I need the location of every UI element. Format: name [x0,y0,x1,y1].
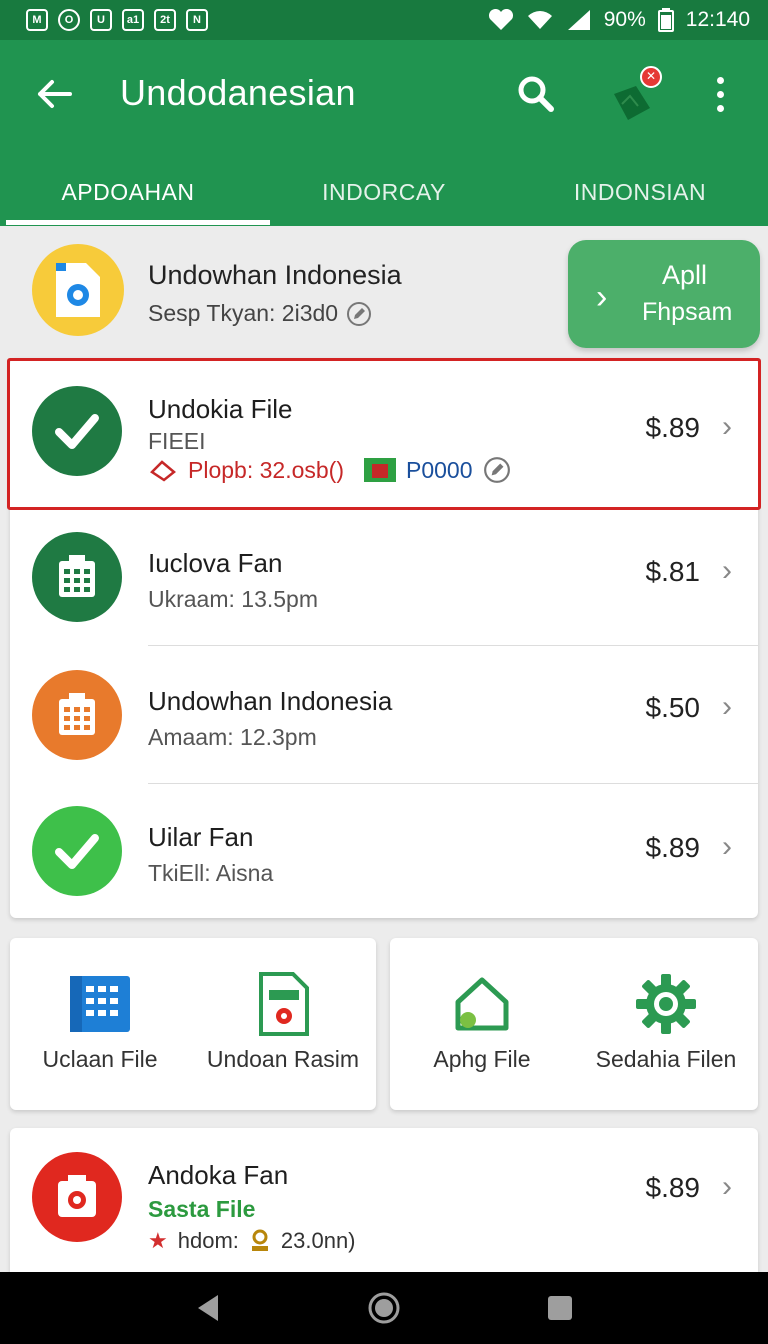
quick-action-label: Aphg File [433,1046,531,1072]
flag-app-icon: N [186,9,208,31]
quick-action-label: Sedahia Filen [595,1046,737,1072]
list-item-undokia-file[interactable]: Undokia File FIEEI Plopb: 32.osb() P0000… [7,358,761,510]
overflow-menu-button[interactable] [700,70,740,118]
system-nav-bar [0,1272,768,1344]
battery-icon [657,8,674,32]
item-price: $.81 [645,556,701,587]
item-title: Uilar Fan [148,822,254,852]
apply-label-line1: Apll [662,260,708,290]
tab-indorcay[interactable]: INDORCAY [256,158,512,226]
featured-subtitle: Sesp Tkyan: 2i3d0 [148,300,372,327]
item-subtitle: Sasta File [148,1196,256,1222]
bottom-row: Andoka Fan Sasta File ★ hdom: 23.0nn) $.… [10,1128,758,1288]
document-icon [259,972,309,1036]
quick-action-label: Uclaan File [42,1046,158,1072]
square-recents-icon [548,1296,572,1320]
item-subtitle: TkiEll: Aisna [148,860,274,886]
person-icon [251,1229,268,1251]
item-subtitle: Amaam: 12.3pm [148,724,317,750]
search-button[interactable] [512,70,560,118]
featured-title: Undowhan Indonesia [148,260,402,290]
tab-apdoahan[interactable]: APDOAHAN [0,158,256,226]
item-title: Iuclova Fan [148,548,283,578]
nav-home-button[interactable] [360,1284,408,1332]
home-icon [455,977,509,1031]
shield-app-icon: U [90,9,112,31]
arrow-left-icon [38,80,72,108]
chevron-right-icon: › [722,830,732,863]
nav-back-button[interactable] [184,1284,232,1332]
grid-file-icon [70,976,130,1032]
tab-indicator [6,220,270,225]
notification-badge: ✕ [640,66,662,88]
list-item-undowhan-indonesia[interactable]: Undowhan Indonesia Amaam: 12.3pm $.50 › [10,646,758,784]
chevron-right-icon: › [722,554,732,587]
item-subtitle: Ukraam: 13.5pm [148,586,319,612]
battery-percent: 90% [603,8,646,31]
item-detail-label: hdom: [177,1228,239,1253]
item-title: Undowhan Indonesia [148,686,393,716]
list-item-andoka-fan[interactable]: Andoka Fan Sasta File ★ hdom: 23.0nn) $.… [10,1128,758,1288]
item-details: ★ hdom: 23.0nn) [148,1228,356,1254]
quick-action-label: Undoan Rasim [206,1046,360,1072]
gear-icon [636,974,696,1034]
gmail-icon: M [26,9,48,31]
quick-action-undoan-rasim[interactable]: Undoan Rasim [190,938,376,1110]
item-title: Andoka Fan [148,1160,289,1190]
chevron-right-icon: › [596,278,608,316]
camera-icon [32,1152,122,1242]
back-button[interactable] [30,70,78,118]
clock: 12:140 [685,8,750,31]
edit-icon[interactable] [346,301,372,327]
item-price: $.89 [645,1172,701,1203]
search-icon [518,76,554,112]
status-notification-icons: M O U a1 2t N [26,9,208,31]
item-price: $.50 [645,692,701,723]
nav-recents-button[interactable] [536,1284,584,1332]
circle-home-icon [368,1292,400,1324]
calendar-icon [32,532,122,622]
calendar-icon [32,670,122,760]
notification-button[interactable]: ✕ [606,66,666,126]
quick-actions-right: Aphg File Sedahia Filen [390,938,758,1110]
list-item-uilar-fan[interactable]: Uilar Fan TkiEll: Aisna $.89 › [10,784,758,918]
chevron-right-icon: › [722,1170,732,1203]
list-item-iuclova-fan[interactable]: Iuclova Fan Ukraam: 13.5pm $.81 › [10,510,758,646]
featured-subtitle-text: Sesp Tkyan: 2i3d0 [148,300,339,326]
file-image-icon [32,244,124,336]
chart-app-icon: a1 [122,9,144,31]
circle-app-icon: O [58,9,80,31]
quick-action-aphg-file[interactable]: Aphg File [390,938,574,1110]
quick-action-uclaan-file[interactable]: Uclaan File [10,938,190,1110]
signal-icon [567,10,590,30]
file-list: Undokia File FIEEI Plopb: 32.osb() P0000… [7,358,761,918]
apply-label-line2: Fhpsam [642,298,733,326]
star-icon: ★ [148,1228,168,1253]
tab-bar: APDOAHAN INDORCAY INDONSIAN [0,158,768,226]
quick-action-sedahia-filen[interactable]: Sedahia Filen [574,938,758,1110]
tab-indonsian[interactable]: INDONSIAN [512,158,768,226]
chevron-right-icon: › [722,690,732,723]
quick-actions-left: Uclaan File Undoan Rasim [10,938,376,1110]
app-bar: Undodanesian ✕ APDOAHAN INDORCAY INDONSI… [0,40,768,226]
app-title: Undodanesian [120,72,356,113]
triangle-back-icon [198,1295,218,1321]
item-detail-value: 23.0nn) [280,1228,356,1253]
wifi-icon [527,11,552,29]
apply-button[interactable]: › Apll Fhpsam [568,240,760,348]
heart-icon [488,9,513,30]
item-price: $.89 [645,832,701,863]
check-icon [32,806,122,896]
selection-highlight [7,358,761,510]
photo-app-icon: 2t [154,9,176,31]
featured-item[interactable]: Undowhan Indonesia Sesp Tkyan: 2i3d0 › A… [0,226,768,356]
status-bar: M O U a1 2t N 90% 12:140 [0,0,768,40]
